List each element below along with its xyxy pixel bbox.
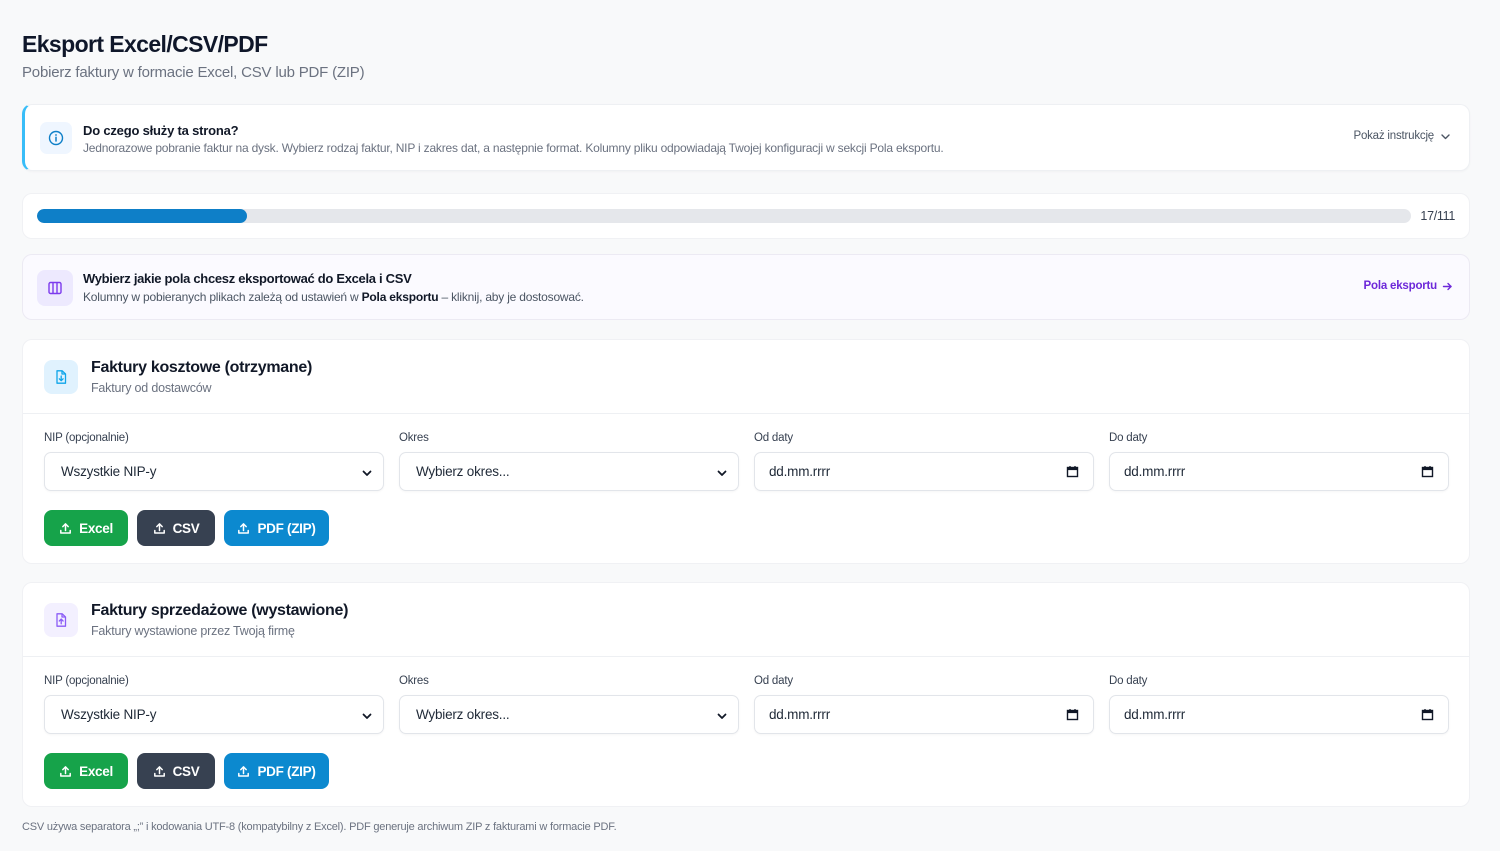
export-csv-label: CSV [172, 763, 200, 779]
upload-icon [238, 765, 250, 777]
sales-invoices-section: Faktury sprzedażowe (wystawione) Faktury… [22, 582, 1470, 807]
columns-icon [37, 270, 73, 306]
section-header: Faktury sprzedażowe (wystawione) Faktury… [23, 583, 1469, 657]
info-text: Jednorazowe pobranie faktur na dysk. Wyb… [83, 141, 944, 155]
arrow-right-icon [1442, 282, 1452, 290]
calendar-icon[interactable] [1066, 465, 1079, 478]
nip-select[interactable]: Wszystkie NIP-y [44, 695, 384, 734]
date-from-label: Od daty [754, 432, 793, 444]
cost-invoices-section: Faktury kosztowe (otrzymane) Faktury od … [22, 339, 1470, 564]
calendar-icon[interactable] [1421, 708, 1434, 721]
show-instructions-label: Pokaż instrukcję [1353, 130, 1434, 142]
period-label: Okres [399, 432, 429, 444]
nip-select-value: Wszystkie NIP-y [61, 464, 157, 479]
date-to-label: Do daty [1109, 675, 1148, 687]
chevron-down-icon [1441, 133, 1450, 139]
export-fields-title: Wybierz jakie pola chcesz eksportować do… [83, 271, 412, 286]
export-csv-button[interactable]: CSV [137, 753, 215, 789]
calendar-icon[interactable] [1066, 708, 1079, 721]
export-excel-label: Excel [79, 763, 113, 779]
upload-icon [153, 765, 165, 777]
upload-icon [153, 522, 165, 534]
calendar-icon[interactable] [1421, 465, 1434, 478]
export-fields-link-label: Pola eksportu [1363, 280, 1438, 292]
nip-label: NIP (opcjonalnie) [44, 432, 129, 444]
export-fields-notice: Wybierz jakie pola chcesz eksportować do… [22, 254, 1470, 320]
export-pdf-button[interactable]: PDF (ZIP) [224, 753, 329, 789]
chevron-down-icon [362, 713, 372, 719]
export-fields-text-before: Kolumny w pobieranych plikach zależą od … [83, 290, 362, 304]
date-to-value: dd.mm.rrrr [1124, 464, 1185, 479]
export-fields-text: Kolumny w pobieranych plikach zależą od … [83, 290, 584, 304]
info-title: Do czego służy ta strona? [83, 123, 239, 138]
chevron-down-icon [717, 713, 727, 719]
export-pdf-label: PDF (ZIP) [257, 763, 316, 779]
section-title: Faktury sprzedażowe (wystawione) [91, 602, 349, 619]
section-subtitle: Faktury wystawione przez Twoją firmę [91, 624, 295, 638]
date-to-label: Do daty [1109, 432, 1148, 444]
export-pdf-label: PDF (ZIP) [257, 520, 316, 536]
nip-label: NIP (opcjonalnie) [44, 675, 129, 687]
upload-icon [60, 522, 72, 534]
page-subtitle: Pobierz faktury w formacie Excel, CSV lu… [22, 64, 365, 81]
export-csv-button[interactable]: CSV [137, 510, 215, 546]
date-to-value: dd.mm.rrrr [1124, 707, 1185, 722]
section-header: Faktury kosztowe (otrzymane) Faktury od … [23, 340, 1469, 414]
progress-label: 17/111 [1420, 209, 1455, 223]
date-from-value: dd.mm.rrrr [769, 707, 830, 722]
date-to-input[interactable]: dd.mm.rrrr [1109, 452, 1449, 491]
export-excel-label: Excel [79, 520, 113, 536]
info-card: Do czego służy ta strona? Jednorazowe po… [22, 104, 1470, 171]
upload-icon [238, 522, 250, 534]
upload-icon [60, 765, 72, 777]
section-title: Faktury kosztowe (otrzymane) [91, 359, 312, 376]
progress-fill [37, 209, 248, 223]
section-subtitle: Faktury od dostawców [91, 381, 212, 395]
nip-select-value: Wszystkie NIP-y [61, 707, 157, 722]
file-download-icon [44, 360, 78, 394]
date-to-input[interactable]: dd.mm.rrrr [1109, 695, 1449, 734]
period-select[interactable]: Wybierz okres... [399, 452, 739, 491]
export-excel-button[interactable]: Excel [44, 510, 128, 546]
chevron-down-icon [717, 470, 727, 476]
period-select-value: Wybierz okres... [416, 464, 510, 479]
export-csv-label: CSV [172, 520, 200, 536]
export-excel-button[interactable]: Excel [44, 753, 128, 789]
date-from-label: Od daty [754, 675, 793, 687]
period-label: Okres [399, 675, 429, 687]
period-select[interactable]: Wybierz okres... [399, 695, 739, 734]
export-fields-text-after: – kliknij, aby je dostosować. [438, 290, 584, 304]
file-upload-icon [44, 603, 78, 637]
date-from-input[interactable]: dd.mm.rrrr [754, 695, 1094, 734]
info-icon [40, 122, 72, 154]
show-instructions-toggle[interactable]: Pokaż instrukcję [1353, 130, 1451, 142]
footnote: CSV używa separatora „;” i kodowania UTF… [22, 821, 617, 833]
nip-select[interactable]: Wszystkie NIP-y [44, 452, 384, 491]
progress-bar [37, 209, 1411, 223]
export-fields-text-bold: Pola eksportu [361, 290, 439, 304]
export-pdf-button[interactable]: PDF (ZIP) [224, 510, 329, 546]
date-from-value: dd.mm.rrrr [769, 464, 830, 479]
period-select-value: Wybierz okres... [416, 707, 510, 722]
progress-card: 17/111 [22, 193, 1470, 239]
chevron-down-icon [362, 470, 372, 476]
date-from-input[interactable]: dd.mm.rrrr [754, 452, 1094, 491]
export-fields-link[interactable]: Pola eksportu [1364, 280, 1453, 292]
page-title: Eksport Excel/CSV/PDF [22, 31, 268, 57]
